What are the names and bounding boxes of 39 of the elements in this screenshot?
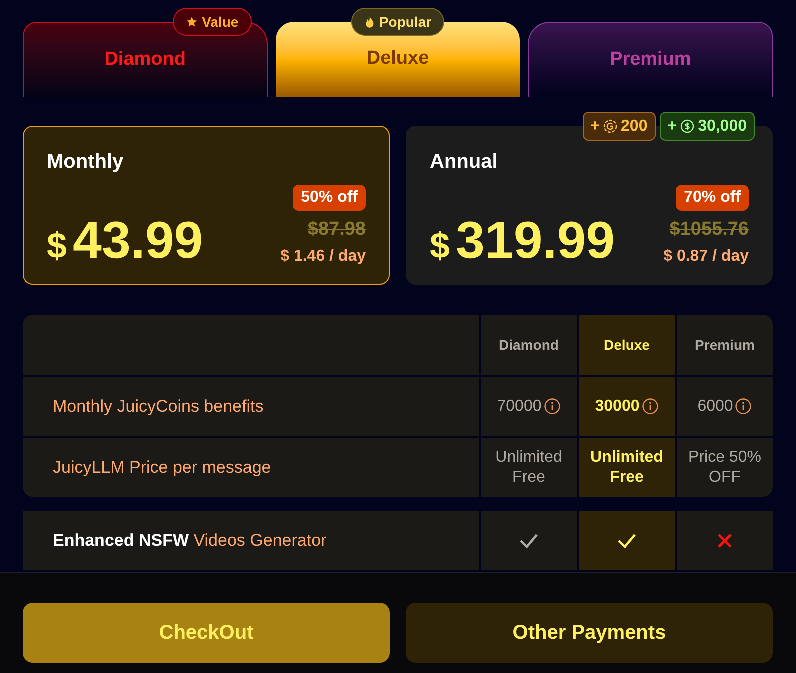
- checkout-button[interactable]: CheckOut: [23, 603, 390, 663]
- plan-price: 319.99: [456, 214, 616, 266]
- flame-icon: [364, 16, 376, 28]
- old-price: $1055.76: [670, 218, 749, 242]
- tab-badge: Value: [173, 8, 252, 36]
- table-cell: 30000: [579, 377, 675, 436]
- table-cell: 70000: [481, 377, 577, 436]
- row-label: JuicyLLM Price per message: [23, 438, 479, 497]
- column-header: Deluxe: [579, 315, 675, 375]
- cross-icon: [717, 532, 733, 548]
- table-cell: Unlimited Free: [481, 438, 577, 497]
- column-header: Diamond: [481, 315, 577, 375]
- currency-symbol: $: [430, 224, 450, 268]
- check-icon: [617, 532, 637, 548]
- row-label: Enhanced NSFW Videos Generator: [53, 530, 327, 552]
- dollar-coin-icon: [680, 119, 696, 134]
- payment-button[interactable]: Other Payments: [406, 603, 773, 663]
- plan-price: 43.99: [73, 214, 204, 266]
- discount-badge: 50% off: [293, 185, 366, 211]
- old-price: $87.98: [308, 218, 366, 242]
- plan-tab[interactable]: Premium: [528, 22, 774, 97]
- coin-icon: [603, 119, 618, 134]
- row-label: Monthly JuicyCoins benefits: [23, 377, 479, 436]
- plan-name: Monthly: [47, 150, 125, 175]
- bonus-badge: + 200: [582, 112, 656, 141]
- star-icon: [186, 16, 198, 28]
- tab-badge: Popular: [351, 8, 445, 36]
- discount-badge: 70% off: [676, 185, 749, 211]
- price-per-day: $ 1.46 / day: [280, 244, 366, 268]
- column-header: Premium: [677, 315, 773, 375]
- table-cell: 6000: [677, 377, 773, 436]
- bonus-badge: + 30,000: [660, 112, 755, 141]
- currency-symbol: $: [47, 224, 68, 268]
- plan-card[interactable]: Monthly $43.99 50% off $87.98 $ 1.46 / day: [23, 126, 390, 285]
- table-cell: Unlimited Free: [579, 438, 675, 497]
- price-per-day: $ 0.87 / day: [664, 244, 749, 268]
- plan-name: Annual: [430, 150, 499, 175]
- table-cell: Price 50% OFF: [677, 438, 773, 497]
- check-icon: [519, 532, 539, 548]
